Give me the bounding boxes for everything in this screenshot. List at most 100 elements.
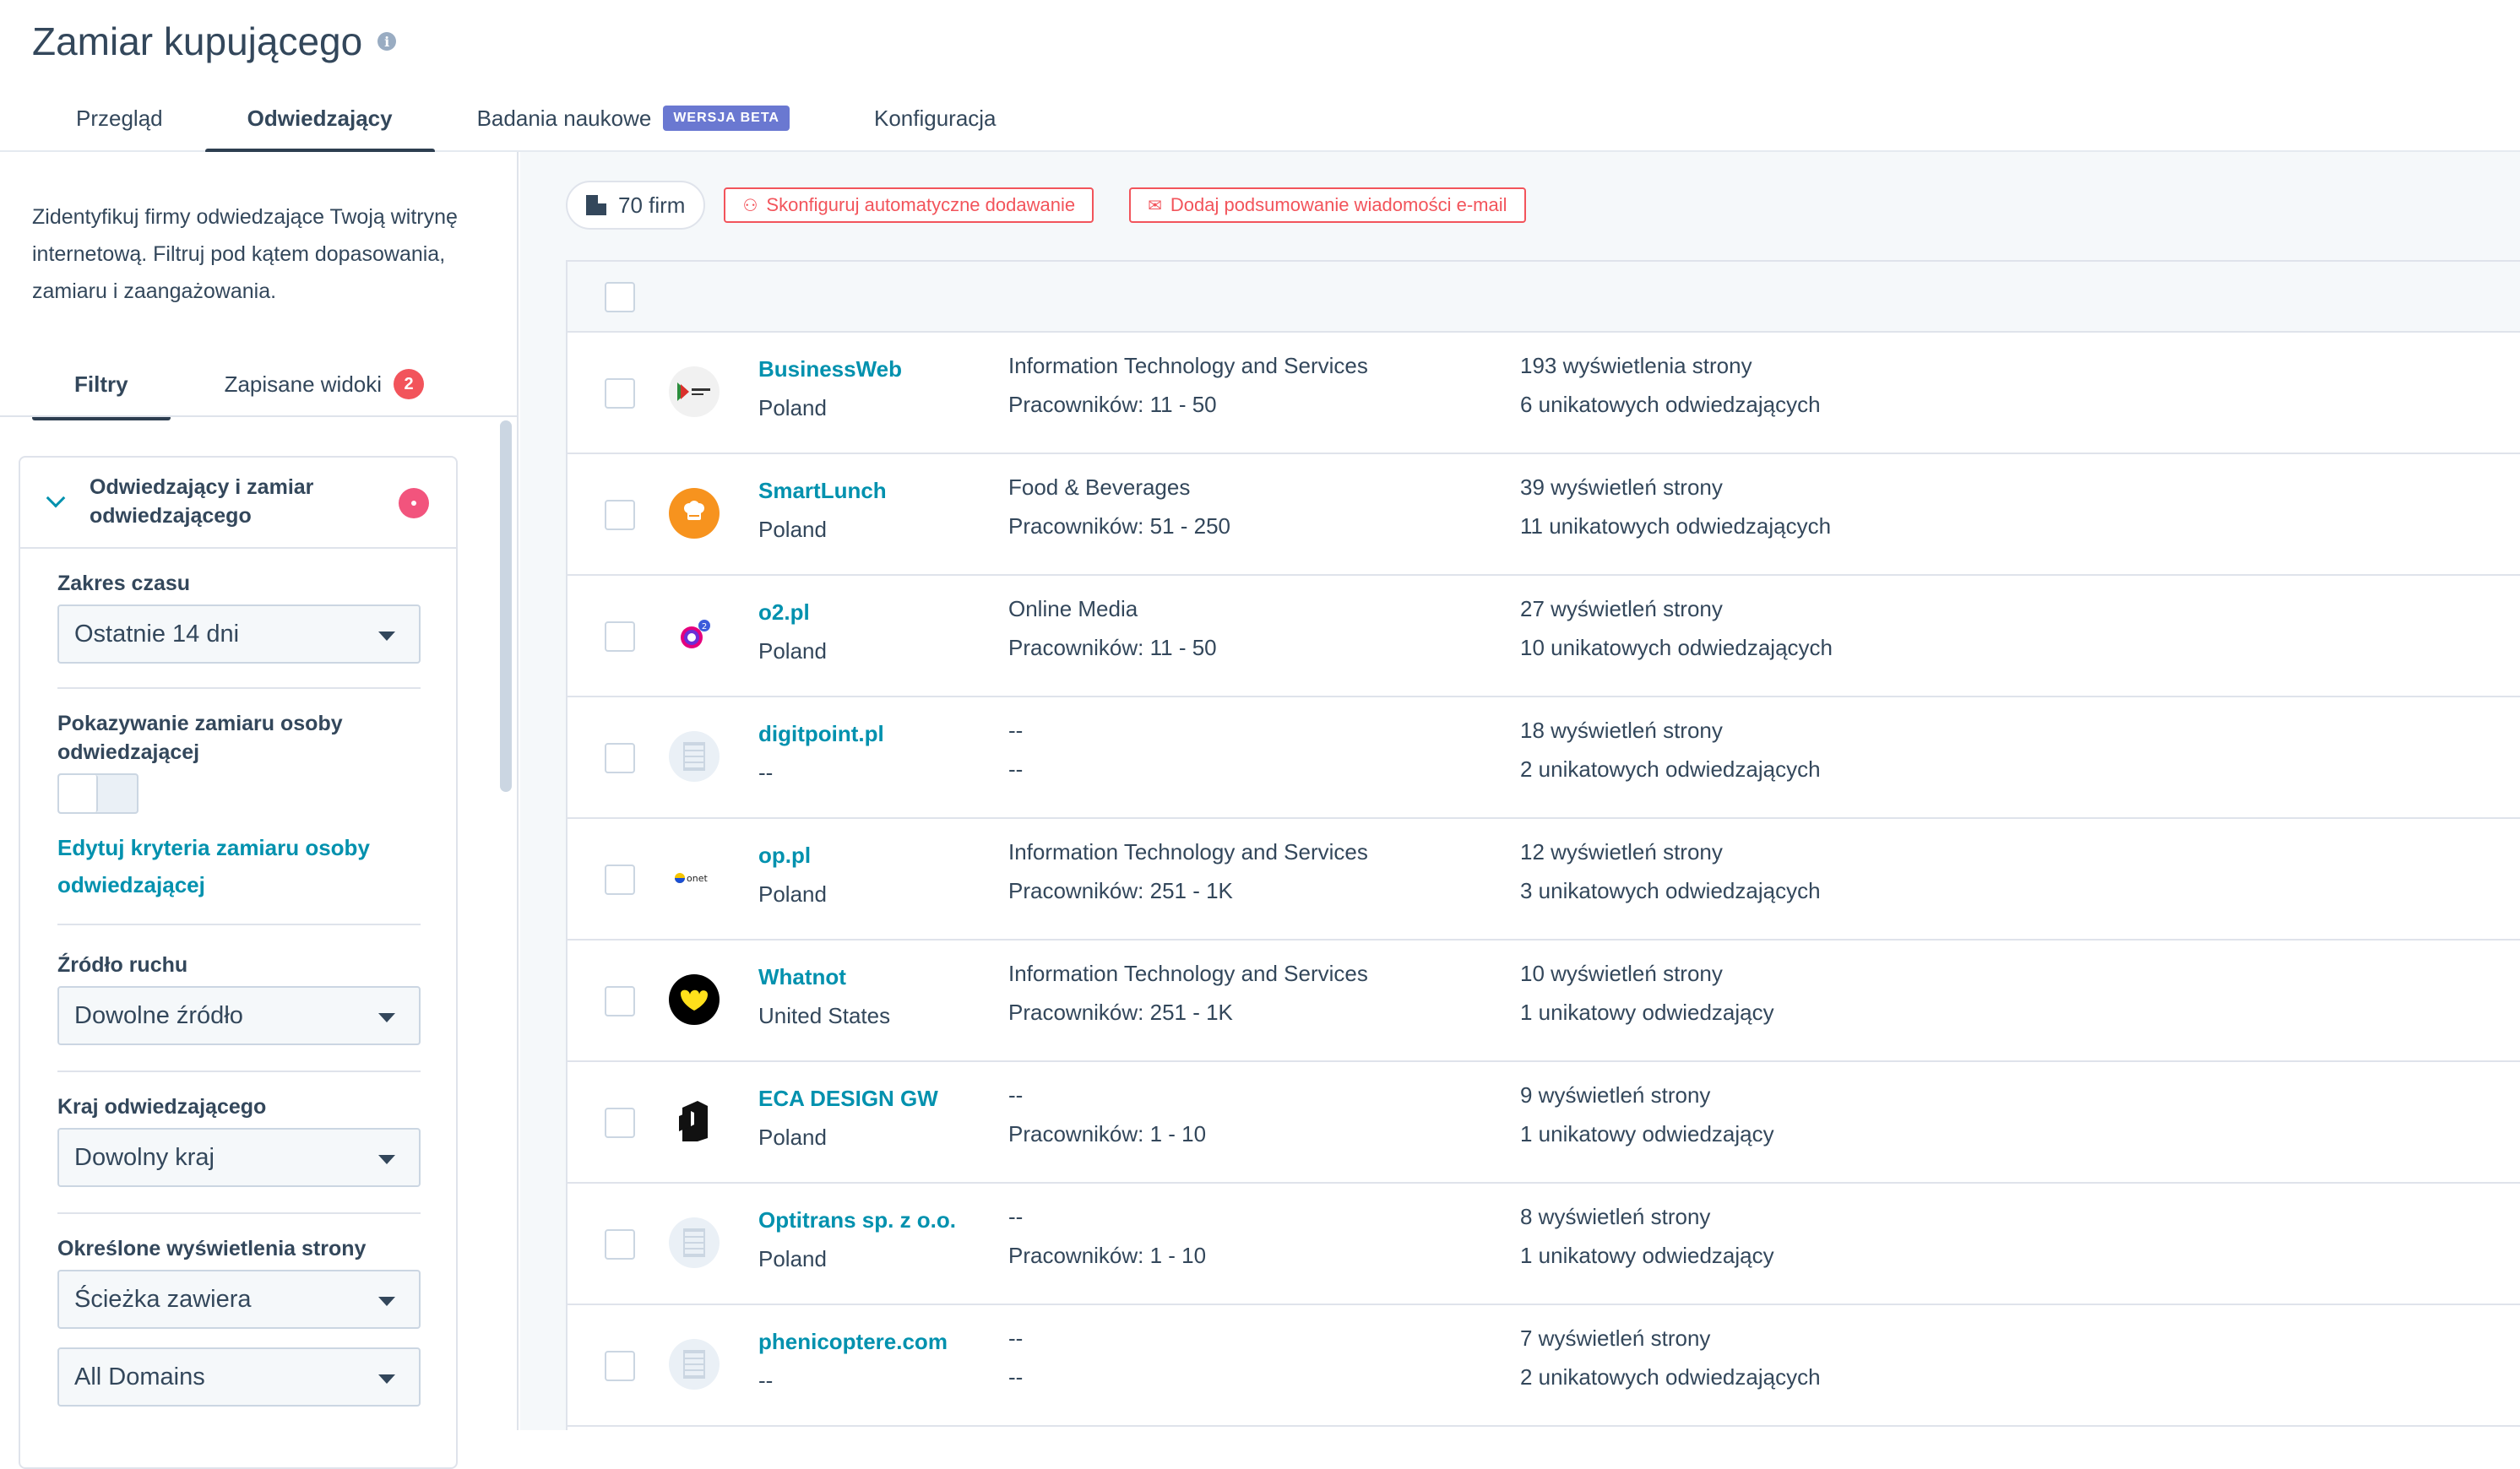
row-checkbox[interactable]: [605, 865, 635, 895]
email-icon: ✉: [1148, 196, 1162, 215]
tab-label: Odwiedzający: [247, 105, 393, 131]
svg-text:2: 2: [702, 622, 707, 632]
table-row[interactable]: digitpoint.pl -- -- -- 18 wyświetleń str…: [568, 697, 2520, 819]
table-row[interactable]: phenicoptere.com -- -- -- 7 wyświetleń s…: [568, 1305, 2520, 1427]
add-email-summary-button[interactable]: ✉ Dodaj podsumowanie wiadomości e-mail: [1129, 187, 1526, 223]
edit-intent-criteria-link[interactable]: Edytuj kryteria zamiaru osoby odwiedzają…: [57, 829, 429, 903]
page-title-text: Zamiar kupującego: [32, 19, 363, 63]
select-value: Ostatnie 14 dni: [74, 620, 240, 648]
results-toolbar: 70 firm ⚇ Skonfiguruj automatyczne dodaw…: [566, 181, 1526, 230]
unique-visitors: 1 unikatowy odwiedzający: [1520, 1000, 1774, 1025]
configure-auto-add-button[interactable]: ⚇ Skonfiguruj automatyczne dodawanie: [724, 187, 1094, 223]
tab-visitors[interactable]: Odwiedzający: [204, 84, 435, 154]
company-name-link[interactable]: op.pl: [758, 843, 811, 869]
company-industry: Information Technology and Services: [1008, 353, 1368, 378]
chevron-down-icon[interactable]: [46, 488, 66, 508]
traffic-source-select[interactable]: Dowolne źródło: [57, 986, 421, 1045]
visitor-intent-toggle[interactable]: [57, 773, 138, 814]
domain-select[interactable]: All Domains: [57, 1347, 421, 1407]
table-row[interactable]: onet op.pl Poland Information Technology…: [568, 819, 2520, 940]
row-checkbox[interactable]: [605, 378, 635, 409]
table-row[interactable]: SmartLunch Poland Food & Beverages Praco…: [568, 454, 2520, 576]
unique-visitors: 6 unikatowych odwiedzających: [1520, 392, 1821, 417]
select-value: Ścieżka zawiera: [74, 1285, 252, 1313]
table-row[interactable]: ECA DESIGN GW Poland -- Pracowników: 1 -…: [568, 1062, 2520, 1184]
company-employees: Pracowników: 251 - 1K: [1008, 1000, 1233, 1025]
table-row[interactable]: BusinessWeb Poland Information Technolog…: [568, 333, 2520, 454]
company-name-link[interactable]: BusinessWeb: [758, 356, 902, 382]
row-checkbox[interactable]: [605, 621, 635, 652]
select-value: All Domains: [74, 1363, 205, 1390]
row-checkbox[interactable]: [605, 1351, 635, 1381]
page-views: 7 wyświetleń strony: [1520, 1325, 1711, 1351]
visitor-country-select[interactable]: Dowolny kraj: [57, 1128, 421, 1187]
select-all-checkbox[interactable]: [605, 282, 635, 312]
unique-visitors: 11 unikatowych odwiedzających: [1520, 513, 1832, 539]
company-name-link[interactable]: SmartLunch: [758, 478, 887, 504]
building-icon: [683, 1350, 705, 1379]
row-checkbox[interactable]: [605, 1108, 635, 1138]
path-condition-select[interactable]: Ścieżka zawiera: [57, 1270, 421, 1329]
table-row[interactable]: Whatnot United States Information Techno…: [568, 940, 2520, 1062]
row-checkbox[interactable]: [605, 986, 635, 1016]
company-employees: Pracowników: 1 - 10: [1008, 1121, 1207, 1146]
placeholder-building-icon: [669, 1339, 720, 1390]
caret-down-icon: [378, 1297, 395, 1306]
tab-filters[interactable]: Filtry: [32, 355, 171, 420]
company-country: Poland: [758, 638, 827, 664]
company-name-link[interactable]: ECA DESIGN GW: [758, 1086, 938, 1112]
tab-overview[interactable]: Przegląd: [34, 84, 205, 152]
building-icon: [683, 1228, 705, 1257]
company-country: Poland: [758, 395, 827, 420]
company-name-link[interactable]: phenicoptere.com: [758, 1329, 948, 1355]
caret-down-icon: [378, 1155, 395, 1164]
select-value: Dowolne źródło: [74, 1001, 243, 1029]
company-country: Poland: [758, 517, 827, 542]
page-views: 27 wyświetleń strony: [1520, 596, 1723, 621]
time-range-label: Zakres czasu: [57, 572, 191, 595]
companies-table: BusinessWeb Poland Information Technolog…: [566, 260, 2520, 1430]
page-views: 10 wyświetleń strony: [1520, 961, 1723, 986]
o2-logo: 2: [669, 610, 720, 660]
row-checkbox[interactable]: [605, 743, 635, 773]
company-industry: --: [1008, 718, 1024, 743]
whatnot-logo: [669, 974, 720, 1025]
building-icon: [586, 195, 606, 215]
beta-badge: WERSJA BETA: [663, 106, 790, 131]
company-industry: Information Technology and Services: [1008, 961, 1368, 986]
company-name-link[interactable]: Optitrans sp. z o.o.: [758, 1207, 956, 1233]
company-name-link[interactable]: Whatnot: [758, 964, 846, 990]
row-checkbox[interactable]: [605, 1229, 635, 1260]
unique-visitors: 2 unikatowych odwiedzających: [1520, 1364, 1821, 1390]
company-count: 70 firm: [618, 192, 686, 218]
svg-text:onet: onet: [687, 873, 708, 884]
filter-group-header[interactable]: Odwiedzający i zamiar odwiedzającego: [20, 458, 456, 549]
company-country: --: [758, 760, 774, 785]
company-employees: --: [1008, 1364, 1024, 1390]
visitor-intent-label: Pokazywanie zamiaru osoby odwiedzającej: [57, 712, 343, 764]
company-name-link[interactable]: digitpoint.pl: [758, 721, 884, 747]
tab-label: Konfiguracja: [873, 105, 997, 131]
table-row[interactable]: 2 o2.pl Poland Online Media Pracowników:…: [568, 576, 2520, 697]
tab-saved-views[interactable]: Zapisane widoki 2: [215, 355, 434, 420]
info-icon[interactable]: i: [377, 32, 397, 51]
onet-logo: onet: [669, 853, 720, 903]
company-country: Poland: [758, 1246, 827, 1271]
sidebar-scrollbar[interactable]: [500, 420, 512, 792]
eca-logo: [669, 1096, 720, 1146]
tab-configuration[interactable]: Konfiguracja: [832, 84, 1039, 152]
divider: [57, 1071, 421, 1072]
caret-down-icon: [378, 1374, 395, 1384]
tab-research[interactable]: Badania naukowe WERSJA BETA: [435, 84, 832, 152]
businessweb-logo: [669, 366, 720, 417]
filter-group-title: Odwiedzający i zamiar odwiedzającego: [90, 475, 314, 528]
building-icon: [683, 742, 705, 771]
unique-visitors: 2 unikatowych odwiedzających: [1520, 756, 1821, 782]
row-checkbox[interactable]: [605, 500, 635, 530]
page-title: Zamiar kupującego i: [32, 19, 397, 64]
company-industry: Information Technology and Services: [1008, 839, 1368, 865]
time-range-select[interactable]: Ostatnie 14 dni: [57, 604, 421, 664]
company-name-link[interactable]: o2.pl: [758, 599, 810, 626]
divider: [0, 415, 517, 417]
table-row[interactable]: Optitrans sp. z o.o. Poland -- Pracownik…: [568, 1184, 2520, 1305]
